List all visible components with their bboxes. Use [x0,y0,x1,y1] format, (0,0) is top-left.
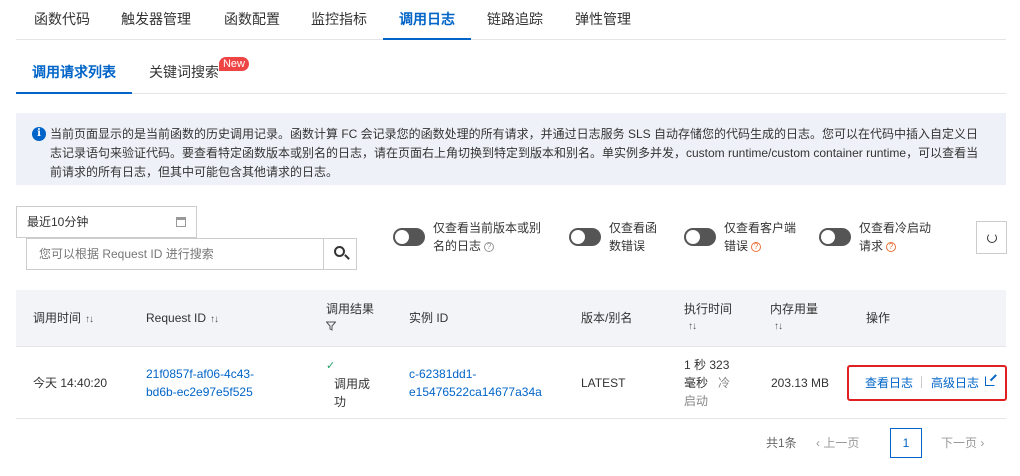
col-actions: 操作 [866,311,891,325]
col-request-id[interactable]: Request ID ↑↓ [146,309,219,329]
cold-start-tag: 冷 [718,376,731,390]
toggle-label-line2: 错误 [724,239,749,253]
request-id-search [26,238,357,270]
prev-page-button[interactable]: ‹ 上一页 [816,434,859,451]
tab-keyword-search-label: 关键词搜索 [149,64,219,80]
refresh-icon [987,233,997,243]
col-exec-time[interactable]: 执行时间 ↑↓ [684,300,732,336]
filter-icon[interactable] [326,318,374,336]
log-sub-tabs: 调用请求列表 关键词搜索 New [16,52,1006,94]
function-tabs: 函数代码 触发器管理 函数配置 监控指标 调用日志 链路追踪 弹性管理 [16,0,1006,40]
help-icon[interactable]: ? [751,241,762,252]
divider [921,376,922,388]
cell-version: LATEST [581,376,626,390]
chevron-right-icon: › [977,436,985,450]
new-badge: New [218,57,249,71]
page-1-button[interactable]: 1 [890,428,922,458]
info-text: 当前页面显示的是当前函数的历史调用记录。函数计算 FC 会记录您的函数处理的所有… [50,127,979,179]
tab-trigger-management[interactable]: 触发器管理 [105,0,207,40]
view-log-link[interactable]: 查看日志 [865,374,913,391]
sort-icon: ↑↓ [85,314,94,325]
sort-icon: ↑↓ [210,314,219,325]
refresh-button[interactable] [976,221,1007,254]
tab-request-list[interactable]: 调用请求列表 [16,52,132,94]
col-version: 版本/别名 [581,311,633,325]
external-link-icon[interactable] [985,376,995,386]
cell-exec-time: 1 秒 323 毫秒冷 启动 [684,358,731,408]
info-notice: i 当前页面显示的是当前函数的历史调用记录。函数计算 FC 会记录您的函数处理的… [16,113,1006,185]
tab-function-config[interactable]: 函数配置 [208,0,296,40]
cell-memory: 203.13 MB [771,376,830,390]
tab-monitoring[interactable]: 监控指标 [295,0,383,40]
request-id-link[interactable]: 21f0857f-af06-4c43- bd6b-ec2e97e5f525 [146,365,254,401]
advanced-log-link[interactable]: 高级日志 [931,374,979,391]
col-instance-id: 实例 ID [409,311,449,325]
cold-start-switch[interactable] [819,228,851,246]
search-button[interactable] [323,239,356,269]
toggle-label-line2: 名的日志 [433,239,482,253]
toggle-label-line2: 请求 [859,239,884,253]
help-icon[interactable]: ? [484,241,495,252]
client-errors-switch[interactable] [684,228,716,246]
tab-function-code[interactable]: 函数代码 [18,0,106,40]
calendar-icon [176,217,186,227]
pagination-total: 共1条 [766,436,797,450]
col-time[interactable]: 调用时间 ↑↓ [33,309,94,329]
toggle-label-line2: 数错误 [609,239,646,253]
toggle-label-line1: 仅查看当前版本或别 [433,221,542,235]
next-page-button[interactable]: 下一页 › [941,434,984,451]
col-memory[interactable]: 内存用量 ↑↓ [770,300,818,336]
current-version-switch[interactable] [393,228,425,246]
search-input[interactable] [27,239,325,269]
check-icon: ✓ [326,360,336,372]
time-range-select[interactable]: 最近10分钟 [16,206,197,238]
help-icon[interactable]: ? [886,241,897,252]
sort-icon: ↑↓ [774,321,783,332]
table-header: 调用时间 ↑↓ Request ID ↑↓ 调用结果 实例 ID 版本/别名 执行时… [16,290,1006,347]
toggle-label-line1: 仅查看冷启动 [859,221,932,235]
info-icon: i [32,127,46,141]
toggle-label-line1: 仅查看客户端 [724,221,797,235]
tab-keyword-search[interactable]: 关键词搜索 New [133,52,249,94]
instance-id-link[interactable]: c-62381dd1- e15476522ca14677a34a [409,365,542,401]
tab-tracing[interactable]: 链路追踪 [471,0,559,40]
sort-icon: ↑↓ [688,321,697,332]
time-range-value: 最近10分钟 [27,215,89,229]
cell-result: ✓ 调用成 功 [326,357,370,411]
function-log-page: 函数代码 触发器管理 函数配置 监控指标 调用日志 链路追踪 弹性管理 调用请求… [16,0,1007,476]
tab-elastic-management[interactable]: 弹性管理 [559,0,647,40]
col-result: 调用结果 [326,300,374,336]
cell-time: 今天 14:40:20 [33,376,108,390]
function-errors-switch[interactable] [569,228,601,246]
toggle-label-line1: 仅查看函 [609,221,658,235]
tab-invocation-logs[interactable]: 调用日志 [383,0,471,40]
